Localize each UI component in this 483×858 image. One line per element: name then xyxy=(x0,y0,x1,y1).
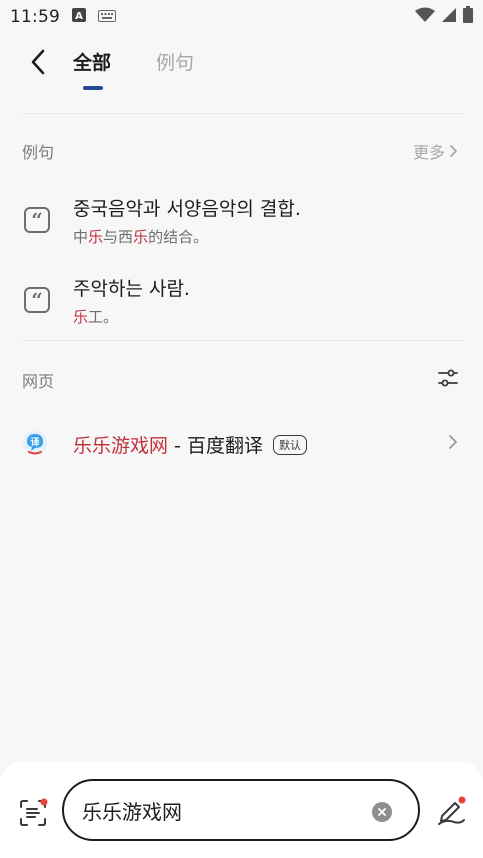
bottom-input-bar xyxy=(0,762,483,858)
svg-text:A: A xyxy=(75,11,83,22)
web-result-item[interactable]: 译 乐乐游戏网 - 百度翻译 默认 xyxy=(0,422,483,464)
baidu-translate-logo-icon: 译 xyxy=(22,430,48,456)
example-sentence: 주악하는 사람. xyxy=(73,278,190,300)
example-translation: 中乐与西乐的结合。 xyxy=(73,228,209,246)
example-translation: 乐工。 xyxy=(73,308,119,326)
filter-settings-button[interactable] xyxy=(437,367,459,389)
back-button[interactable] xyxy=(22,46,54,78)
clear-input-button[interactable] xyxy=(372,802,392,822)
wifi-icon xyxy=(415,7,435,28)
chevron-right-icon xyxy=(448,434,458,454)
chevron-right-icon xyxy=(450,145,457,157)
sliders-icon xyxy=(438,369,458,387)
web-section-title: 网页 xyxy=(22,372,55,391)
handwriting-button[interactable] xyxy=(436,796,466,826)
examples-section-title: 例句 xyxy=(22,143,55,162)
example-item[interactable]: “ 주악하는 사람. 乐工。 xyxy=(0,270,483,344)
status-bar: 11:59 A xyxy=(0,0,483,34)
tab-all[interactable]: 全部 xyxy=(73,48,111,75)
pen-icon xyxy=(438,796,466,825)
search-box xyxy=(62,779,420,841)
tab-examples[interactable]: 例句 xyxy=(156,48,194,75)
battery-icon xyxy=(463,6,473,28)
example-sentence: 중국음악과 서양음악의 결합. xyxy=(73,198,301,220)
chevron-left-icon xyxy=(31,49,45,75)
scan-text-button[interactable] xyxy=(18,798,48,826)
close-icon xyxy=(378,808,386,816)
default-badge: 默认 xyxy=(272,434,307,455)
web-result-keyword: 乐乐游戏网 xyxy=(73,435,169,457)
quote-icon: “ xyxy=(24,287,50,313)
example-item[interactable]: “ 중국음악과 서양음악의 결합. 中乐与西乐的结合。 xyxy=(0,190,483,264)
tab-indicator xyxy=(83,86,103,90)
search-input[interactable] xyxy=(82,793,362,827)
web-result-title: 乐乐游戏网 - 百度翻译 默认 xyxy=(73,431,307,458)
more-label: 更多 xyxy=(412,143,445,162)
keyboard-icon xyxy=(98,7,116,27)
divider xyxy=(22,340,463,341)
signal-icon xyxy=(441,7,457,28)
more-examples-link[interactable]: 更多 xyxy=(413,139,458,163)
divider xyxy=(22,113,463,114)
status-time: 11:59 xyxy=(10,7,60,27)
scan-icon xyxy=(20,798,48,826)
top-bar: 全部 例句 xyxy=(0,34,483,106)
svg-text:译: 译 xyxy=(30,436,40,448)
quote-icon: “ xyxy=(24,207,50,233)
notification-a-icon: A xyxy=(72,7,86,27)
web-result-suffix: - 百度翻译 xyxy=(168,435,263,457)
